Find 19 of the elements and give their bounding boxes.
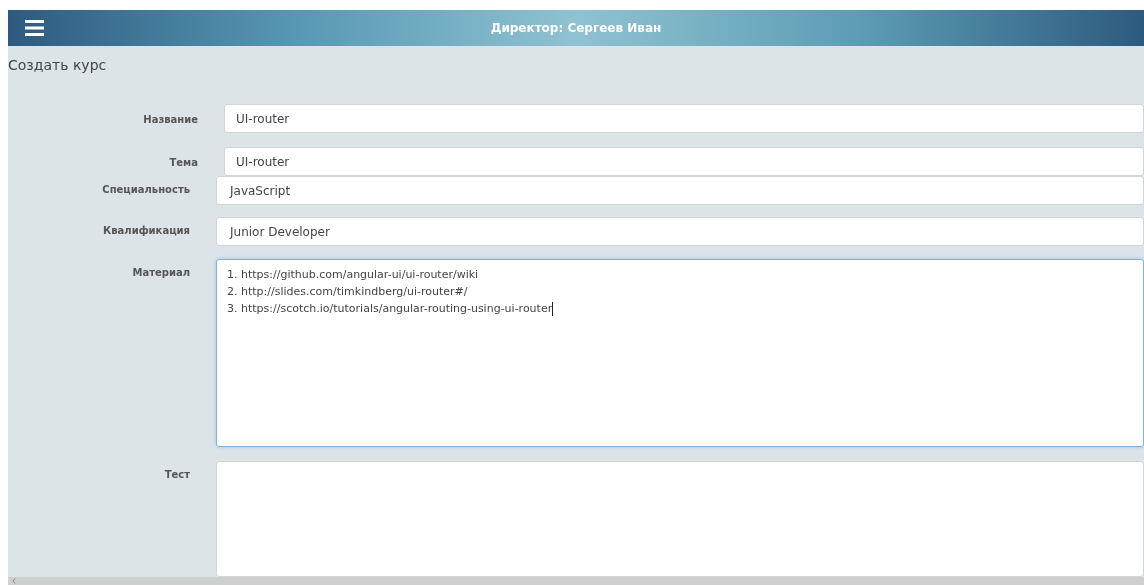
field-label: Тема <box>168 156 198 170</box>
field-label: Квалификация <box>102 224 190 238</box>
text-field[interactable]: Junior Developer <box>216 217 1144 246</box>
page-title: Создать курс <box>8 56 107 75</box>
field-label: Материал <box>131 266 190 280</box>
text-field[interactable]: JavaScript <box>216 176 1144 205</box>
text-line: 1. https://github.com/angular-ui/ui-router/wiki <box>227 267 479 283</box>
field-label: Тест <box>163 468 190 482</box>
field-label: Название <box>142 113 198 127</box>
header-title: Директор: Сергеев Иван <box>490 20 662 37</box>
text-field[interactable]: UI-router <box>224 104 1144 133</box>
menu-icon[interactable] <box>25 20 44 36</box>
text-area[interactable]: 1. https://github.com/angular-ui/ui-router/wiki 2. http://slides.com/timkindberg/ui-router#/ 3. https://scotch.io/tutorials/angular-routing-using-ui-router <box>216 259 1144 447</box>
text-line: 3. https://scotch.io/tutorials/angular-routing-using-ui-router <box>227 301 553 317</box>
text-cursor <box>552 301 554 316</box>
field-label: Специальность <box>101 183 190 197</box>
text-line: 2. http://slides.com/timkindberg/ui-router#/ <box>227 284 468 300</box>
text-field[interactable]: UI-router <box>224 147 1144 176</box>
scroll-left-icon[interactable] <box>12 578 16 584</box>
